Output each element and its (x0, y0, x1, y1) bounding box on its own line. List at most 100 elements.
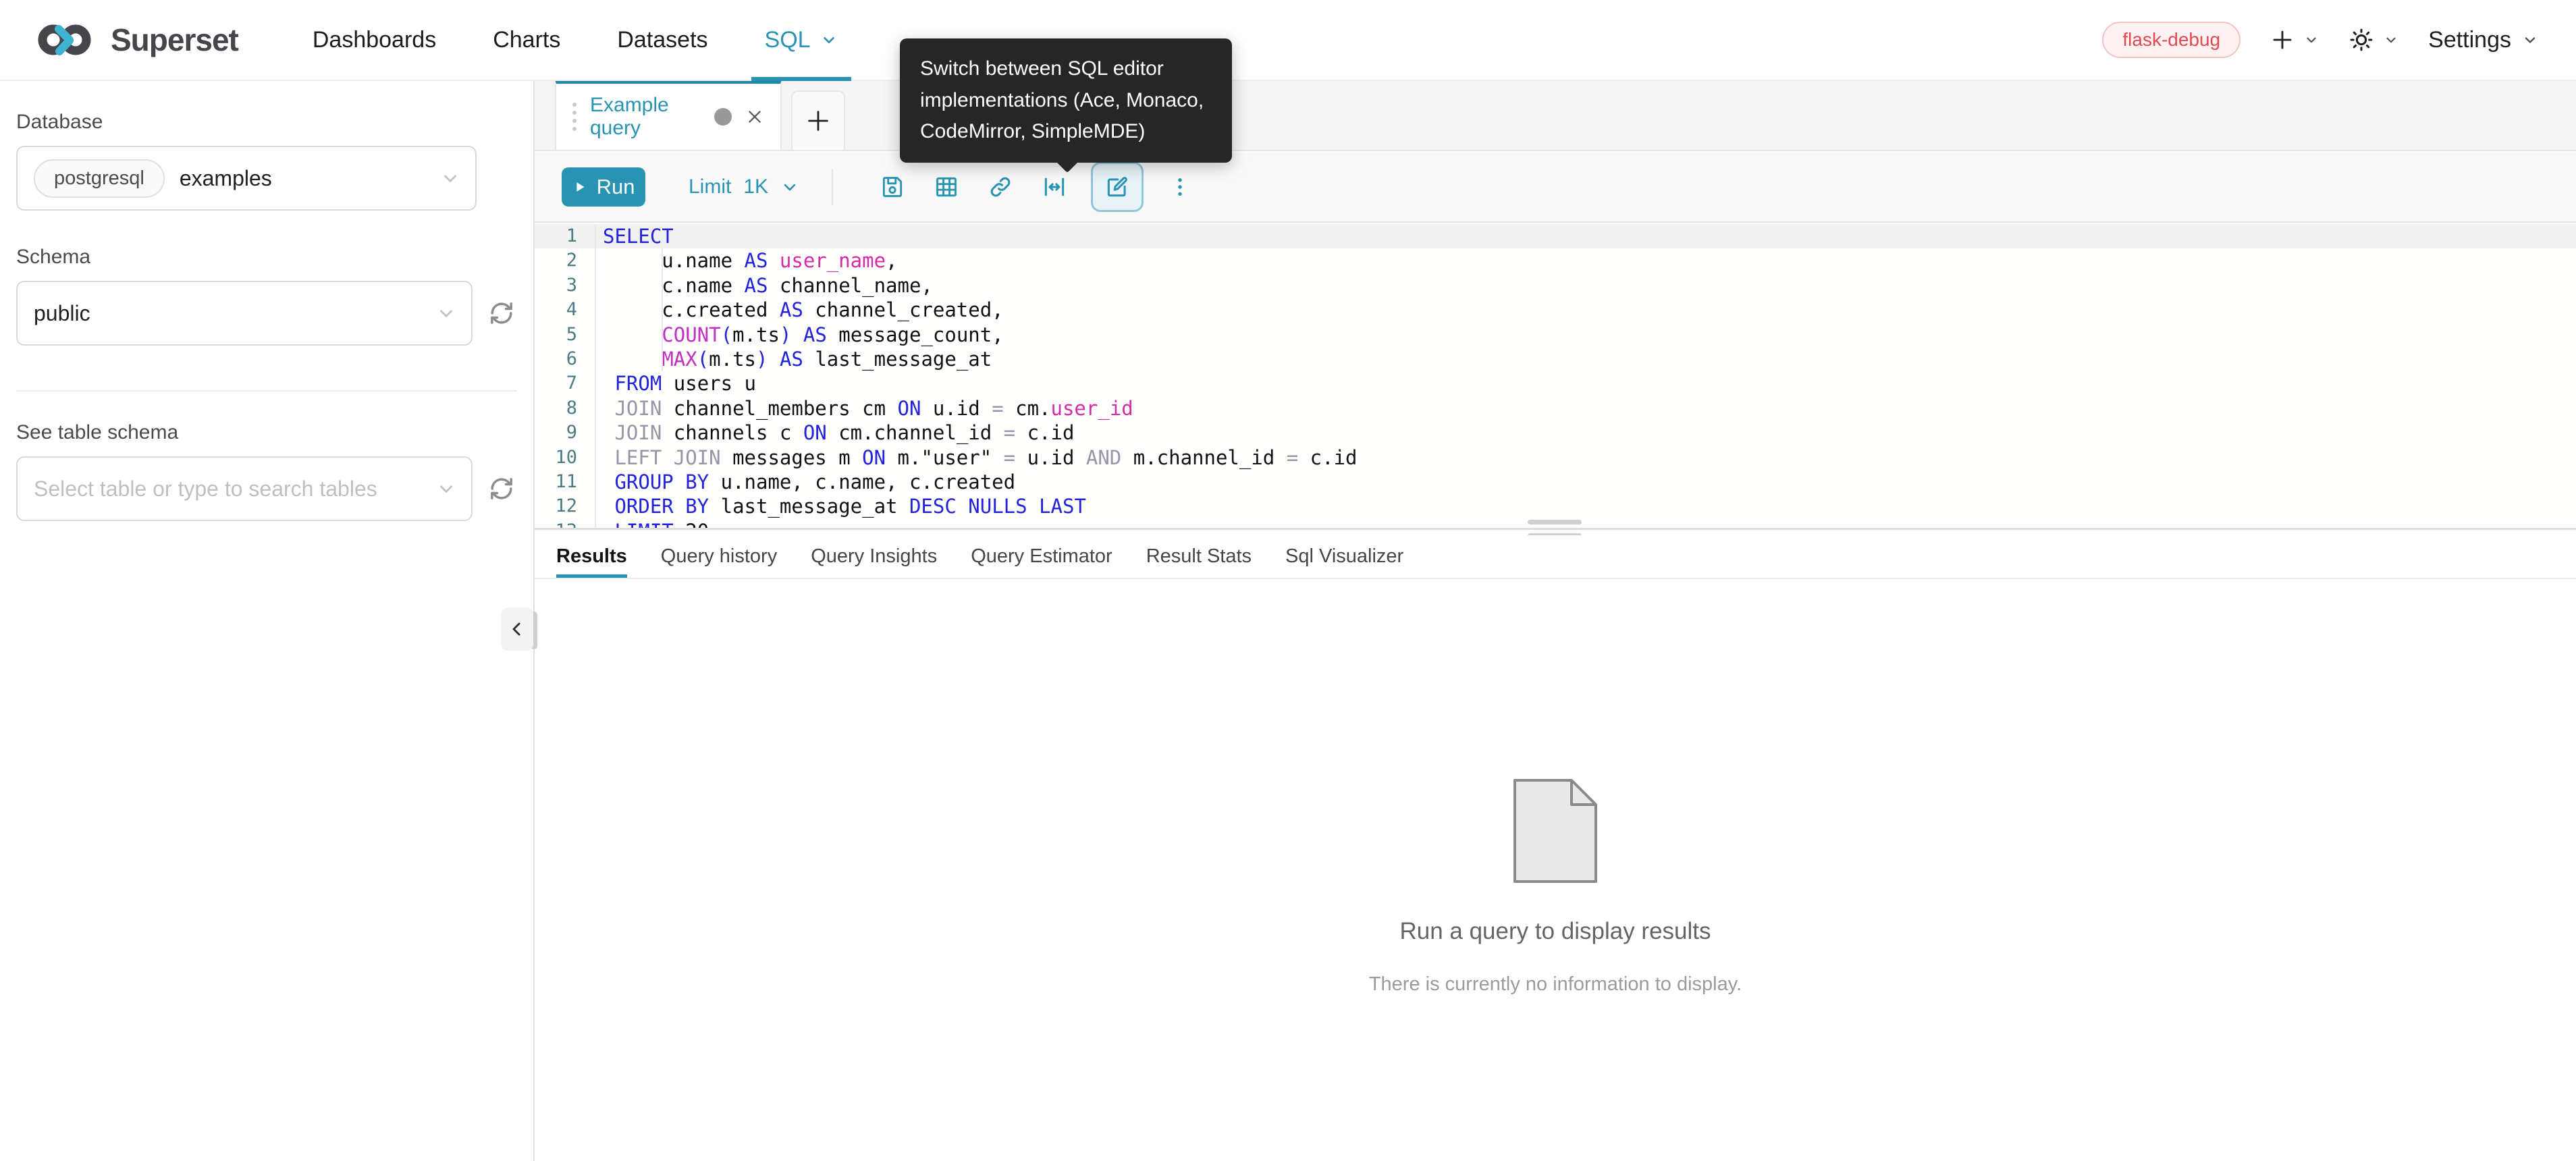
editor-tab-label: Example query (590, 94, 701, 140)
code-text: MAX(m.ts) AS last_message_at (596, 347, 992, 371)
empty-document-icon (1511, 776, 1600, 886)
line-number: 2 (535, 248, 596, 273)
database-select[interactable]: postgresql examples (16, 146, 477, 211)
refresh-icon (486, 473, 517, 504)
row-limit-value: 1K (743, 176, 768, 198)
theme-sun-icon (2349, 27, 2374, 53)
code-text: c.created AS channel_created, (596, 298, 1004, 322)
line-number: 10 (535, 446, 596, 470)
code-text: SELECT (596, 224, 674, 248)
chevron-down-icon (436, 303, 456, 323)
code-text: JOIN channels c ON cm.channel_id = c.id (596, 421, 1074, 445)
switch-editor-implementation-button[interactable] (1091, 162, 1144, 212)
database-label: Database (16, 111, 517, 134)
table-select-placeholder: Select table or type to search tables (34, 477, 377, 502)
results-tabbar: Results Query history Query Insights Que… (535, 535, 2576, 579)
line-number: 1 (535, 224, 596, 248)
code-text: JOIN channel_members cm ON u.id = cm.use… (596, 396, 1133, 421)
caret-down-icon (2384, 32, 2398, 47)
new-item-menu[interactable] (2270, 28, 2319, 52)
code-line: 9 JOIN channels c ON cm.channel_id = c.i… (535, 421, 2576, 445)
code-lines: 1SELECT2 u.name AS user_name,3 c.name AS… (535, 224, 2576, 528)
plus-icon (805, 107, 832, 134)
line-number: 5 (535, 323, 596, 347)
schema-select-value: public (34, 301, 90, 326)
line-number: 11 (535, 470, 596, 494)
code-text: LEFT JOIN messages m ON m."user" = u.id … (596, 446, 1358, 470)
sqllab-left-panel: Database postgresql examples Schema publ… (0, 81, 533, 1161)
format-sql-button[interactable] (1036, 168, 1073, 206)
code-text: LIMIT 20 (596, 519, 709, 528)
code-text: COUNT(m.ts) AS message_count, (596, 323, 1004, 347)
editor-switch-icon (1104, 174, 1130, 200)
run-query-button[interactable]: Run (562, 167, 645, 207)
table-schema-label: See table schema (16, 421, 517, 444)
editor-switch-tooltip: Switch between SQL editor implementation… (900, 38, 1232, 163)
close-icon[interactable] (745, 107, 764, 126)
sql-code-editor[interactable]: 1SELECT2 u.name AS user_name,3 c.name AS… (535, 224, 2576, 528)
editor-tab-example-query[interactable]: Example query (555, 80, 782, 150)
settings-menu[interactable]: Settings (2428, 27, 2538, 53)
line-number: 9 (535, 421, 596, 445)
tooltip-text: Switch between SQL editor implementation… (920, 57, 1204, 142)
nav-item-datasets[interactable]: Datasets (617, 0, 707, 80)
line-number: 4 (535, 298, 596, 322)
line-number: 12 (535, 494, 596, 518)
editor-results-divider[interactable] (535, 528, 2576, 530)
empty-state-title: Run a query to display results (1399, 918, 1711, 945)
tab-query-insights[interactable]: Query Insights (811, 535, 937, 578)
refresh-schemas-button[interactable] (486, 298, 517, 329)
database-select-value: examples (180, 166, 272, 191)
nav-item-sql[interactable]: SQL (765, 0, 838, 80)
tab-result-stats[interactable]: Result Stats (1146, 535, 1252, 578)
code-line: 10 LEFT JOIN messages m ON m."user" = u.… (535, 446, 2576, 470)
editor-tabstrip: Example query (535, 81, 2576, 151)
caret-down-icon (780, 178, 799, 196)
line-number: 6 (535, 347, 596, 371)
drag-handle-dots-icon[interactable] (572, 103, 576, 131)
row-limit-dropdown[interactable]: Limit 1K (689, 176, 799, 198)
line-number: 7 (535, 371, 596, 396)
superset-logo-icon (35, 19, 97, 61)
main-nav: Dashboards Charts Datasets SQL (313, 0, 838, 80)
schema-select[interactable]: public (16, 281, 473, 346)
code-line: 3 c.name AS channel_name, (535, 273, 2576, 298)
code-text: GROUP BY u.name, c.name, c.created (596, 470, 1015, 494)
navbar-right: flask-debug Settings (2102, 22, 2538, 58)
code-text: FROM users u (596, 371, 756, 396)
tab-query-estimator[interactable]: Query Estimator (971, 535, 1112, 578)
more-actions-button[interactable] (1161, 168, 1199, 206)
collapse-sidebar-button[interactable] (501, 608, 533, 651)
nav-item-dashboards[interactable]: Dashboards (313, 0, 436, 80)
code-line: 11 GROUP BY u.name, c.name, c.created (535, 470, 2576, 494)
chevron-left-icon (507, 619, 527, 639)
nav-item-charts[interactable]: Charts (493, 0, 560, 80)
refresh-tables-button[interactable] (486, 473, 517, 504)
caret-down-icon (2304, 32, 2319, 47)
preview-table-button[interactable] (928, 168, 965, 206)
copy-link-button[interactable] (982, 168, 1019, 206)
save-icon (880, 174, 905, 200)
empty-state-subtitle: There is currently no information to dis… (1369, 973, 1742, 996)
tab-results[interactable]: Results (556, 535, 627, 578)
code-line: 8 JOIN channel_members cm ON u.id = cm.u… (535, 396, 2576, 421)
save-query-button[interactable] (874, 168, 911, 206)
tab-sql-visualizer[interactable]: Sql Visualizer (1285, 535, 1403, 578)
environment-badge: flask-debug (2102, 22, 2240, 58)
tab-query-history[interactable]: Query history (661, 535, 777, 578)
theme-menu[interactable] (2349, 27, 2398, 53)
chevron-down-icon (436, 479, 456, 499)
link-icon (988, 174, 1013, 200)
navbar: Superset Dashboards Charts Datasets SQL … (0, 0, 2576, 81)
divider-grip[interactable] (1528, 520, 1582, 524)
code-line: 5 COUNT(m.ts) AS message_count, (535, 323, 2576, 347)
caret-down-icon (2522, 32, 2538, 48)
table-select[interactable]: Select table or type to search tables (16, 456, 473, 521)
code-text: c.name AS channel_name, (596, 273, 933, 298)
column-width-icon (1042, 174, 1067, 200)
chevron-down-icon (440, 168, 460, 188)
more-vertical-icon (1167, 174, 1193, 200)
editor-toolbar: Run Limit 1K (535, 153, 2576, 223)
new-editor-tab-button[interactable] (791, 90, 845, 150)
superset-brand[interactable]: Superset (35, 19, 238, 61)
